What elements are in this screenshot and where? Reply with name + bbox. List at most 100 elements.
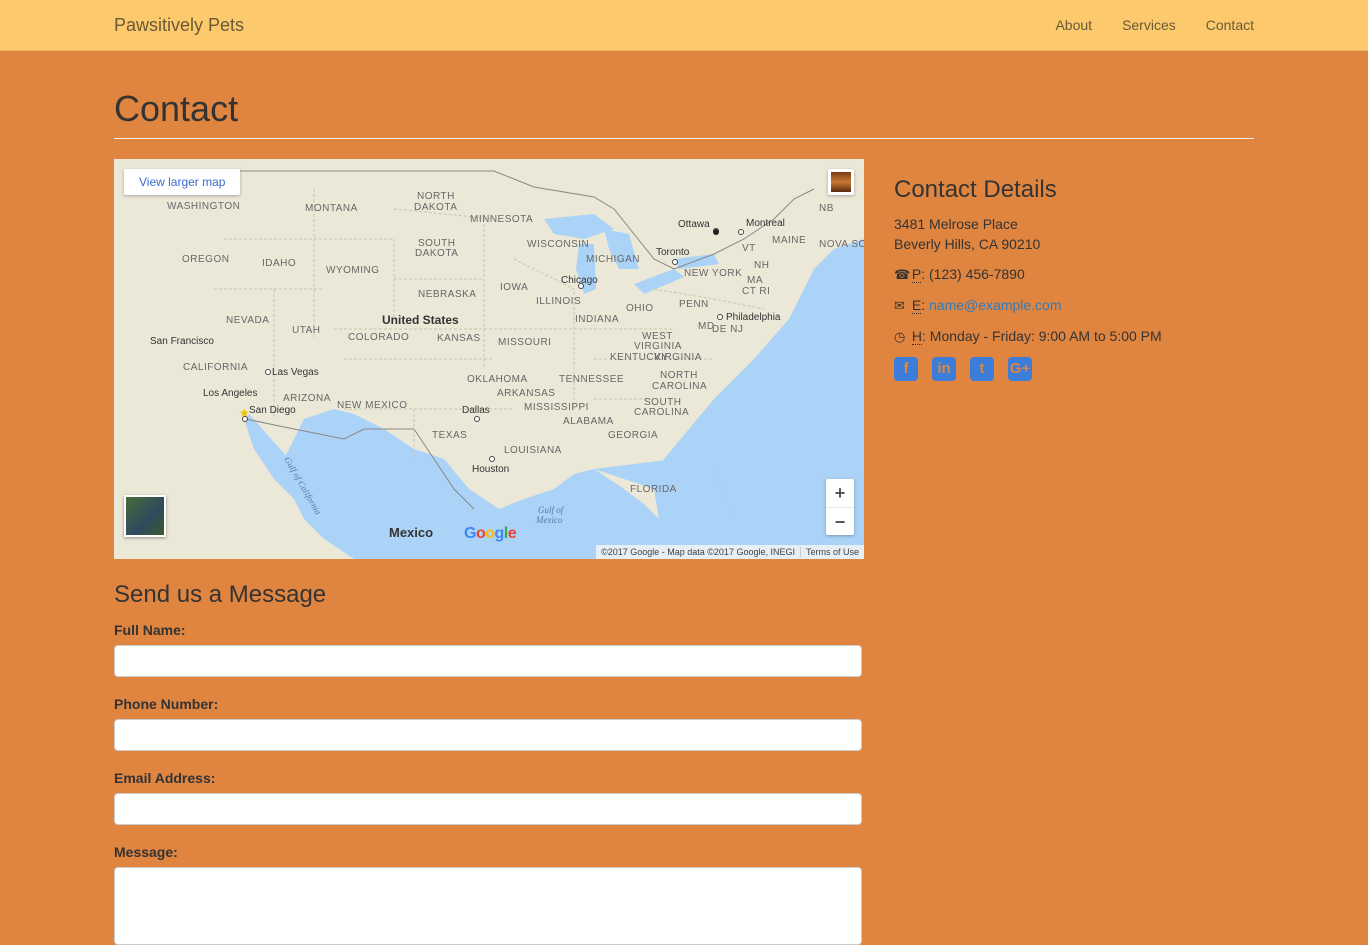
map-thumbnail-button[interactable]	[828, 169, 854, 195]
svg-text:Toronto: Toronto	[656, 247, 690, 258]
hours-text: Monday - Friday: 9:00 AM to 5:00 PM	[929, 328, 1162, 344]
svg-text:ALABAMA: ALABAMA	[563, 416, 614, 427]
email-line: ✉ E: name@example.com	[894, 295, 1254, 316]
email-link[interactable]: name@example.com	[929, 297, 1062, 313]
address-line1: 3481 Melrose Place	[894, 216, 1018, 232]
linkedin-icon[interactable]: in	[932, 357, 956, 381]
svg-text:Dallas: Dallas	[462, 405, 490, 416]
svg-text:MAINE: MAINE	[772, 235, 806, 246]
envelope-icon: ✉	[894, 298, 905, 313]
svg-text:WISCONSIN: WISCONSIN	[527, 239, 589, 250]
hours-line: ◷ H: Monday - Friday: 9:00 AM to 5:00 PM	[894, 326, 1254, 347]
svg-text:Las Vegas: Las Vegas	[272, 367, 319, 378]
svg-text:IOWA: IOWA	[500, 282, 528, 293]
svg-text:NEVADA: NEVADA	[226, 315, 269, 326]
svg-text:Philadelphia: Philadelphia	[726, 312, 781, 323]
svg-text:VIRGINIA: VIRGINIA	[654, 352, 702, 363]
map-attribution: ©2017 Google - Map data ©2017 Google, IN…	[596, 545, 864, 559]
svg-text:Montreal: Montreal	[746, 218, 785, 229]
svg-text:NB: NB	[819, 203, 834, 214]
facebook-icon[interactable]: f	[894, 357, 918, 381]
navbar: Pawsitively Pets About Services Contact	[0, 0, 1368, 51]
svg-text:CALIFORNIA: CALIFORNIA	[183, 362, 248, 373]
svg-text:TENNESSEE: TENNESSEE	[559, 374, 624, 385]
message-label: Message:	[114, 844, 178, 860]
svg-text:United States: United States	[382, 313, 459, 327]
svg-text:San Francisco: San Francisco	[150, 336, 214, 347]
svg-text:ARIZONA: ARIZONA	[283, 393, 331, 404]
svg-text:NEBRASKA: NEBRASKA	[418, 289, 476, 300]
social-links: f in t G+	[894, 357, 1254, 381]
svg-text:COLORADO: COLORADO	[348, 332, 409, 343]
map-canvas[interactable]: ★ WASHINGTON MONTANA NORTH DAKOTA MINNES…	[114, 159, 864, 559]
nav-link-about[interactable]: About	[1055, 17, 1092, 33]
svg-text:MINNESOTA: MINNESOTA	[470, 214, 533, 225]
message-textarea[interactable]	[114, 867, 862, 945]
svg-text:FLORIDA: FLORIDA	[630, 484, 677, 495]
svg-text:OHIO: OHIO	[626, 303, 654, 314]
svg-text:San Diego: San Diego	[249, 405, 296, 416]
google-logo[interactable]: Google	[464, 525, 517, 543]
email-address-input[interactable]	[114, 793, 862, 825]
contact-details: Contact Details 3481 Melrose Place Bever…	[894, 176, 1254, 381]
svg-text:Gulf of: Gulf of	[538, 505, 565, 515]
svg-text:Houston: Houston	[472, 464, 509, 475]
zoom-in-button[interactable]: +	[826, 479, 854, 508]
svg-text:CT RI: CT RI	[742, 286, 770, 297]
svg-text:WYOMING: WYOMING	[326, 265, 380, 276]
svg-text:NEW YORK: NEW YORK	[684, 268, 742, 279]
svg-text:TEXAS: TEXAS	[432, 430, 467, 441]
svg-text:Mexico: Mexico	[389, 525, 433, 540]
send-message-title: Send us a Message	[114, 581, 327, 608]
email-label: E	[911, 297, 922, 314]
svg-text:DAKOTA: DAKOTA	[415, 248, 458, 259]
svg-text:MICHIGAN: MICHIGAN	[586, 254, 640, 265]
google-plus-icon[interactable]: G+	[1008, 357, 1032, 381]
svg-text:VT: VT	[742, 243, 756, 254]
svg-text:UTAH: UTAH	[292, 325, 320, 336]
svg-text:IDAHO: IDAHO	[262, 258, 296, 269]
svg-text:OKLAHOMA: OKLAHOMA	[467, 374, 528, 385]
svg-text:INDIANA: INDIANA	[575, 314, 619, 325]
hours-label: H	[911, 328, 923, 345]
phone-number: (123) 456-7890	[929, 266, 1025, 282]
map-embed[interactable]: ★ WASHINGTON MONTANA NORTH DAKOTA MINNES…	[114, 159, 864, 559]
svg-text:PENN: PENN	[679, 299, 709, 310]
svg-text:DAKOTA: DAKOTA	[414, 202, 457, 213]
phone-icon: ☎	[894, 267, 911, 282]
brand-link[interactable]: Pawsitively Pets	[114, 15, 244, 36]
address-line2: Beverly Hills, CA 90210	[894, 236, 1041, 252]
full-name-label: Full Name:	[114, 622, 186, 638]
svg-text:NEW MEXICO: NEW MEXICO	[337, 400, 408, 411]
svg-text:Chicago: Chicago	[561, 275, 598, 286]
svg-text:MISSOURI: MISSOURI	[498, 337, 551, 348]
svg-text:MISSISSIPPI: MISSISSIPPI	[524, 402, 589, 413]
svg-text:WASHINGTON: WASHINGTON	[167, 201, 240, 212]
zoom-control: + −	[826, 479, 854, 535]
street-view-icon	[831, 172, 851, 192]
svg-text:MONTANA: MONTANA	[305, 203, 358, 214]
svg-text:CAROLINA: CAROLINA	[634, 407, 689, 418]
page-title: Contact	[114, 88, 239, 129]
phone-number-label: Phone Number:	[114, 696, 219, 712]
nav-link-contact[interactable]: Contact	[1206, 17, 1254, 33]
nav-link-services[interactable]: Services	[1122, 17, 1176, 33]
full-name-input[interactable]	[114, 645, 862, 677]
contact-details-title: Contact Details	[894, 176, 1057, 203]
svg-text:KANSAS: KANSAS	[437, 333, 481, 344]
svg-text:LOUISIANA: LOUISIANA	[504, 445, 562, 456]
zoom-out-button[interactable]: −	[826, 508, 854, 536]
svg-text:Mexico: Mexico	[535, 515, 563, 525]
satellite-toggle-button[interactable]	[124, 495, 166, 537]
terms-of-use-link[interactable]: Terms of Use	[801, 547, 864, 557]
twitter-icon[interactable]: t	[970, 357, 994, 381]
svg-text:ARKANSAS: ARKANSAS	[497, 388, 555, 399]
nav-links: About Services Contact	[1055, 17, 1254, 33]
phone-line: ☎ P: (123) 456-7890	[894, 264, 1254, 285]
svg-text:Ottawa: Ottawa	[678, 219, 710, 230]
phone-label: P	[911, 266, 922, 283]
view-larger-map-button[interactable]: View larger map	[124, 169, 241, 195]
svg-text:VIRGINIA: VIRGINIA	[634, 341, 682, 352]
svg-text:NOVA SC: NOVA SC	[819, 239, 864, 250]
phone-number-input[interactable]	[114, 719, 862, 751]
